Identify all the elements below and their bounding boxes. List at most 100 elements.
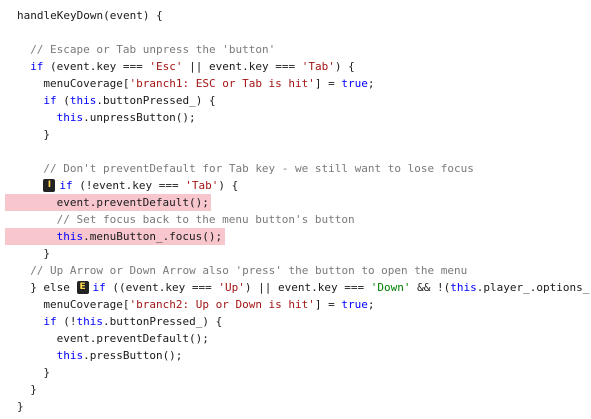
code-line-content: this.pressButton(); [57,349,183,362]
code-line-content: event.preventDefault(); [57,196,209,209]
code-line-content: if (event.key === 'Esc' || event.key ===… [30,60,355,73]
code-token: this [76,315,104,328]
code-line: } [0,381,591,398]
code-token: .buttonPressed_) { [96,94,216,107]
code-line: // Up Arrow or Down Arrow also 'press' t… [0,262,591,279]
code-line: this.pressButton(); [0,347,591,364]
code-token: if [43,94,57,107]
code-line: menuCoverage['branch1: ESC or Tab is hit… [0,75,591,92]
code-token: (!event.key === [72,179,186,192]
code-line-content: Iif (!event.key === 'Tab') { [43,178,239,192]
code-token: 'branch1: ESC or Tab is hit' [129,77,315,90]
code-line: event.preventDefault(); [0,330,591,347]
code-line: } [0,126,591,143]
code-token: } [30,383,37,396]
code-line-content: if (!this.buttonPressed_) { [43,315,222,328]
code-token: handleKeyDown(event) { [17,9,163,22]
code-token: ( [56,94,70,107]
code-line-content: menuCoverage['branch1: ESC or Tab is hit… [43,77,374,90]
code-token: ] = [314,77,342,90]
branch-badge-icon: E [76,280,89,294]
code-token: } [43,366,51,379]
code-line: if (event.key === 'Esc' || event.key ===… [0,58,591,75]
code-line: } [0,364,591,381]
code-token: 'Down' [370,281,411,294]
code-token: 'Tab' [185,179,219,192]
code-token: } [43,247,51,260]
code-token: 'Esc' [149,60,183,73]
code-token: .unpressButton(); [83,111,196,124]
code-token: } [43,128,51,141]
code-token: menuCoverage[ [43,77,130,90]
code-token: this [450,281,477,294]
code-token: true [341,77,368,90]
code-token: if [30,60,44,73]
code-token: true [341,298,368,311]
code-token: .menuButton_.focus(); [83,230,223,243]
code-line: if (!this.buttonPressed_) { [0,313,591,330]
code-token: 'Tab' [301,60,335,73]
code-line-content: // Escape or Tab unpress the 'button' [30,43,275,56]
code-token: .player_.options_ [476,281,590,294]
code-token: ; [367,298,375,311]
code-line-content: handleKeyDown(event) { [17,9,163,22]
code-line: // Set focus back to the menu button's b… [0,211,591,228]
code-line-content: event.preventDefault(); [57,332,209,345]
code-line-content: } [43,366,50,379]
code-token: event.preventDefault(); [56,196,209,209]
code-line-content: } else Eif ((event.key === 'Up') || even… [30,280,590,294]
code-comment: // Set focus back to the menu button's b… [56,213,355,226]
code-comment: // Escape or Tab unpress the 'button' [30,43,276,56]
code-line: menuCoverage['branch2: Up or Down is hit… [0,296,591,313]
code-token: ) { [334,60,355,73]
code-editor: handleKeyDown(event) { // Escape or Tab u… [0,0,591,415]
uncovered-code-line: this.menuButton_.focus(); [0,228,591,245]
code-token: this [56,111,84,124]
branch-badge-icon: I [43,178,56,192]
code-token: menuCoverage[ [43,298,130,311]
code-token: .pressButton(); [83,349,183,362]
code-comment: // Up Arrow or Down Arrow also 'press' t… [30,264,468,277]
code-line: // Escape or Tab unpress the 'button' [0,41,591,58]
code-token: } else [30,281,77,294]
code-line-content: this.unpressButton(); [57,111,196,124]
code-token: if [92,281,106,294]
code-token: ; [367,77,375,90]
code-token: event.preventDefault(); [56,332,209,345]
code-line: Iif (!event.key === 'Tab') { [0,177,591,194]
code-line: } [0,245,591,262]
code-line-content: menuCoverage['branch2: Up or Down is hit… [43,298,374,311]
code-token: && !( [410,281,451,294]
code-line-content: } [43,128,50,141]
code-token: (event.key === [43,60,150,73]
code-line-content: } [30,383,37,396]
code-line-content: // Up Arrow or Down Arrow also 'press' t… [30,264,467,277]
uncovered-code-line: event.preventDefault(); [0,194,591,211]
code-token: 'Up' [218,281,245,294]
code-line: } else Eif ((event.key === 'Up') || even… [0,279,591,296]
code-token: ((event.key === [105,281,219,294]
code-token: ] = [314,298,342,311]
code-line: handleKeyDown(event) { [0,7,591,24]
code-token: .buttonPressed_) { [103,315,223,328]
code-token: } [17,400,24,413]
code-line-content: // Set focus back to the menu button's b… [57,213,355,226]
code-line: this.unpressButton(); [0,109,591,126]
code-line-content: // Don't preventDefault for Tab key - we… [43,162,473,175]
code-token: || event.key === [182,60,302,73]
code-line-content: } [17,400,24,413]
code-line: } [0,398,591,415]
code-line: // Don't preventDefault for Tab key - we… [0,160,591,177]
code-token: ) || event.key === [244,281,371,294]
code-token: this [56,230,84,243]
code-token: if [59,179,73,192]
code-line-content: if (this.buttonPressed_) { [43,94,215,107]
code-line-content: } [43,247,50,260]
code-comment: // Don't preventDefault for Tab key - we… [43,162,474,175]
code-token: ) { [218,179,239,192]
code-line-content: this.menuButton_.focus(); [57,230,223,243]
code-token: this [69,94,97,107]
code-token: (! [56,315,77,328]
